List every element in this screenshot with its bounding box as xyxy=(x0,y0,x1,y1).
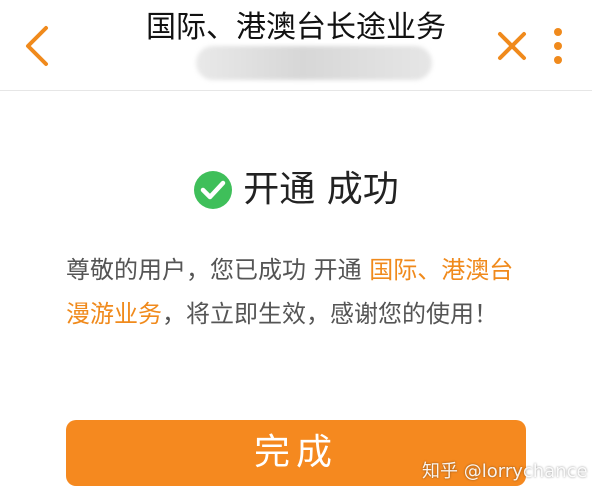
page: 国际、港澳台长途业务 开通 成功 尊敬的用户，您已成功 开通 国际、港澳台漫游业… xyxy=(0,0,592,500)
success-status: 开通 成功 xyxy=(0,162,592,218)
more-button[interactable] xyxy=(548,22,568,70)
page-title: 国际、港澳台长途业务 xyxy=(146,10,446,45)
back-button[interactable] xyxy=(20,24,56,68)
obscured-subtitle xyxy=(196,46,432,80)
watermark-text: 知乎 @lorrychance xyxy=(422,461,588,482)
result-message: 尊敬的用户，您已成功 开通 国际、港澳台漫游业务，将立即生效，感谢您的使用！ xyxy=(66,248,528,336)
message-prefix: 尊敬的用户，您已成功 开通 xyxy=(66,256,370,284)
chevron-left-icon xyxy=(26,26,48,66)
top-bar: 国际、港澳台长途业务 xyxy=(0,0,592,91)
more-vertical-icon xyxy=(554,28,562,64)
message-suffix: ，将立即生效，感谢您的使用！ xyxy=(162,300,498,328)
close-button[interactable] xyxy=(494,26,530,66)
close-icon xyxy=(498,32,526,60)
status-text: 开通 成功 xyxy=(243,169,399,210)
check-circle-icon xyxy=(194,171,233,209)
